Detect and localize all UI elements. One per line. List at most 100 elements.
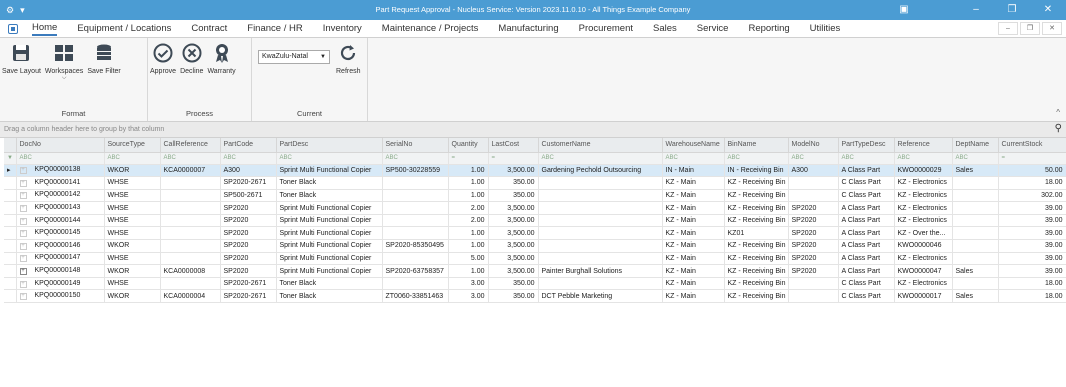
cell-quantity: 1.00 (448, 164, 489, 178)
table-row[interactable]: + KPQ00000146 WKOR SP2020 Sprint Multi Func… (4, 239, 1066, 253)
collapse-ribbon-icon[interactable]: ^ (1056, 108, 1060, 117)
column-header-warehousename[interactable]: WarehouseName (662, 138, 725, 153)
table-row[interactable]: + KPQ00000150 WKOR KCA0000004 SP2020-2671 To… (4, 289, 1066, 304)
filter-cell[interactable]: ABC (538, 152, 663, 165)
menu-home[interactable]: Home (32, 22, 58, 36)
filter-cell[interactable]: = (488, 152, 539, 165)
table-row[interactable]: + KPQ00000148 WKOR KCA0000008 SP2020 Sprint … (4, 264, 1066, 278)
expand-row-icon[interactable]: + (19, 280, 27, 288)
filter-cell[interactable]: = (448, 152, 489, 165)
maximize-button[interactable]: ❐ (994, 0, 1030, 20)
expand-row-icon[interactable]: + (19, 179, 27, 187)
layout-icon[interactable]: ▣ (886, 0, 922, 20)
checkmark-circle-icon (153, 43, 173, 63)
menu-manufacturing[interactable]: Manufacturing (498, 23, 558, 34)
app-icon[interactable] (8, 23, 18, 34)
column-header-docno[interactable]: DocNo (16, 138, 105, 153)
decline-button[interactable]: Decline (178, 42, 205, 107)
cell-sourcetype: WHSE (104, 226, 161, 241)
cell-docno: + KPQ00000147 (16, 252, 105, 266)
column-header-currentstock[interactable]: CurrentStock (998, 138, 1066, 153)
app-menu-icon[interactable]: ⚙ (6, 5, 14, 16)
column-header-reference[interactable]: Reference (894, 138, 953, 153)
filter-cell[interactable]: ABC (276, 152, 383, 165)
table-row[interactable]: + KPQ00000149 WHSE SP2020-2671 Toner Black 3… (4, 277, 1066, 291)
column-header-lastcost[interactable]: LastCost (488, 138, 539, 153)
mdi-minimize-button[interactable]: – (998, 22, 1018, 35)
column-header-callreference[interactable]: CallReference (160, 138, 221, 153)
table-row[interactable]: + KPQ00000147 WHSE SP2020 Sprint Multi Func… (4, 252, 1066, 266)
column-header-partcode[interactable]: PartCode (220, 138, 277, 153)
mdi-restore-button[interactable]: ❐ (1020, 22, 1040, 35)
table-row[interactable]: + KPQ00000144 WHSE SP2020 Sprint Multi Func… (4, 214, 1066, 228)
expand-row-icon[interactable]: + (19, 230, 27, 238)
search-icon[interactable]: ⚲ (1055, 123, 1062, 134)
quick-access-dropdown-icon[interactable]: ▾ (20, 5, 25, 16)
save-filter-button[interactable]: Save Filter (85, 42, 122, 107)
filter-cell[interactable]: ABC (16, 152, 105, 165)
filter-cell[interactable]: ABC (788, 152, 839, 165)
column-header-parttypedesc[interactable]: PartTypeDesc (838, 138, 895, 153)
filter-cell[interactable]: ABC (382, 152, 449, 165)
cell-customername: Painter Burghall Solutions (538, 264, 663, 278)
region-dropdown[interactable]: KwaZulu-Natal ▼ (258, 50, 330, 64)
expand-row-icon[interactable]: + (19, 242, 27, 250)
workspaces-button[interactable]: Workspaces ⌵ (43, 42, 85, 107)
cell-callreference (160, 277, 221, 291)
minimize-button[interactable]: – (958, 0, 994, 20)
close-button[interactable]: ✕ (1030, 0, 1066, 20)
table-row[interactable]: + KPQ00000141 WHSE SP2020-2671 Toner Black 1… (4, 176, 1066, 190)
expand-row-icon[interactable]: + (19, 205, 27, 213)
expand-row-icon[interactable]: + (19, 293, 27, 301)
save-layout-button[interactable]: Save Layout (0, 42, 43, 107)
filter-cell[interactable]: ABC (160, 152, 221, 165)
menu-equipment-locations[interactable]: Equipment / Locations (77, 23, 171, 34)
table-row[interactable]: + KPQ00000145 WHSE SP2020 Sprint Multi Func… (4, 226, 1066, 241)
cell-docno: + KPQ00000149 (16, 277, 105, 291)
row-indicator-header[interactable] (4, 138, 17, 153)
column-header-serialno[interactable]: SerialNo (382, 138, 449, 153)
warranty-button[interactable]: Warranty (205, 42, 237, 107)
doc-number: KPQ00000145 (32, 229, 81, 237)
menu-sales[interactable]: Sales (653, 23, 677, 34)
expand-row-icon[interactable]: + (19, 268, 27, 276)
table-row[interactable]: ▸ + KPQ00000138 WKOR KCA0000007 A300 Sprint M… (4, 164, 1066, 178)
expand-row-icon[interactable]: + (19, 217, 27, 225)
menu-service[interactable]: Service (697, 23, 729, 34)
menu-utilities[interactable]: Utilities (810, 23, 841, 34)
filter-cell[interactable]: ABC (662, 152, 725, 165)
cell-warehousename: KZ - Main (662, 277, 725, 291)
menu-contract[interactable]: Contract (191, 23, 227, 34)
expand-row-icon[interactable]: + (19, 192, 27, 200)
menu-maintenance-projects[interactable]: Maintenance / Projects (382, 23, 479, 34)
doc-number: KPQ00000141 (32, 178, 81, 186)
column-header-modelno[interactable]: ModelNo (788, 138, 839, 153)
filter-cell[interactable]: ABC (838, 152, 895, 165)
cell-parttypedesc: A Class Part (838, 214, 895, 228)
mdi-close-button[interactable]: ✕ (1042, 22, 1062, 35)
column-header-partdesc[interactable]: PartDesc (276, 138, 383, 153)
menu-inventory[interactable]: Inventory (323, 23, 362, 34)
menu-reporting[interactable]: Reporting (748, 23, 789, 34)
filter-cell[interactable]: = (998, 152, 1066, 165)
column-header-binname[interactable]: BinName (724, 138, 789, 153)
menu-finance-hr[interactable]: Finance / HR (247, 23, 302, 34)
expand-row-icon[interactable]: + (19, 167, 27, 175)
filter-cell[interactable]: ABC (724, 152, 789, 165)
filter-cell[interactable]: ABC (220, 152, 277, 165)
group-by-panel[interactable]: Drag a column header here to group by th… (0, 122, 1066, 138)
filter-cell[interactable]: ABC (104, 152, 161, 165)
expand-row-icon[interactable]: + (19, 255, 27, 263)
refresh-button[interactable]: Refresh (334, 42, 363, 107)
column-header-quantity[interactable]: Quantity (448, 138, 489, 153)
column-header-sourcetype[interactable]: SourceType (104, 138, 161, 153)
table-row[interactable]: + KPQ00000142 WHSE SP500-2671 Toner Black 1.… (4, 189, 1066, 203)
filter-cell[interactable]: ABC (894, 152, 953, 165)
column-header-customername[interactable]: CustomerName (538, 138, 663, 153)
menu-procurement[interactable]: Procurement (579, 23, 633, 34)
table-row[interactable]: + KPQ00000143 WHSE SP2020 Sprint Multi Func… (4, 201, 1066, 215)
filter-icon[interactable]: ▼ (4, 152, 17, 165)
approve-button[interactable]: Approve (148, 42, 178, 107)
column-header-deptname[interactable]: DeptName (952, 138, 999, 153)
filter-cell[interactable]: ABC (952, 152, 999, 165)
